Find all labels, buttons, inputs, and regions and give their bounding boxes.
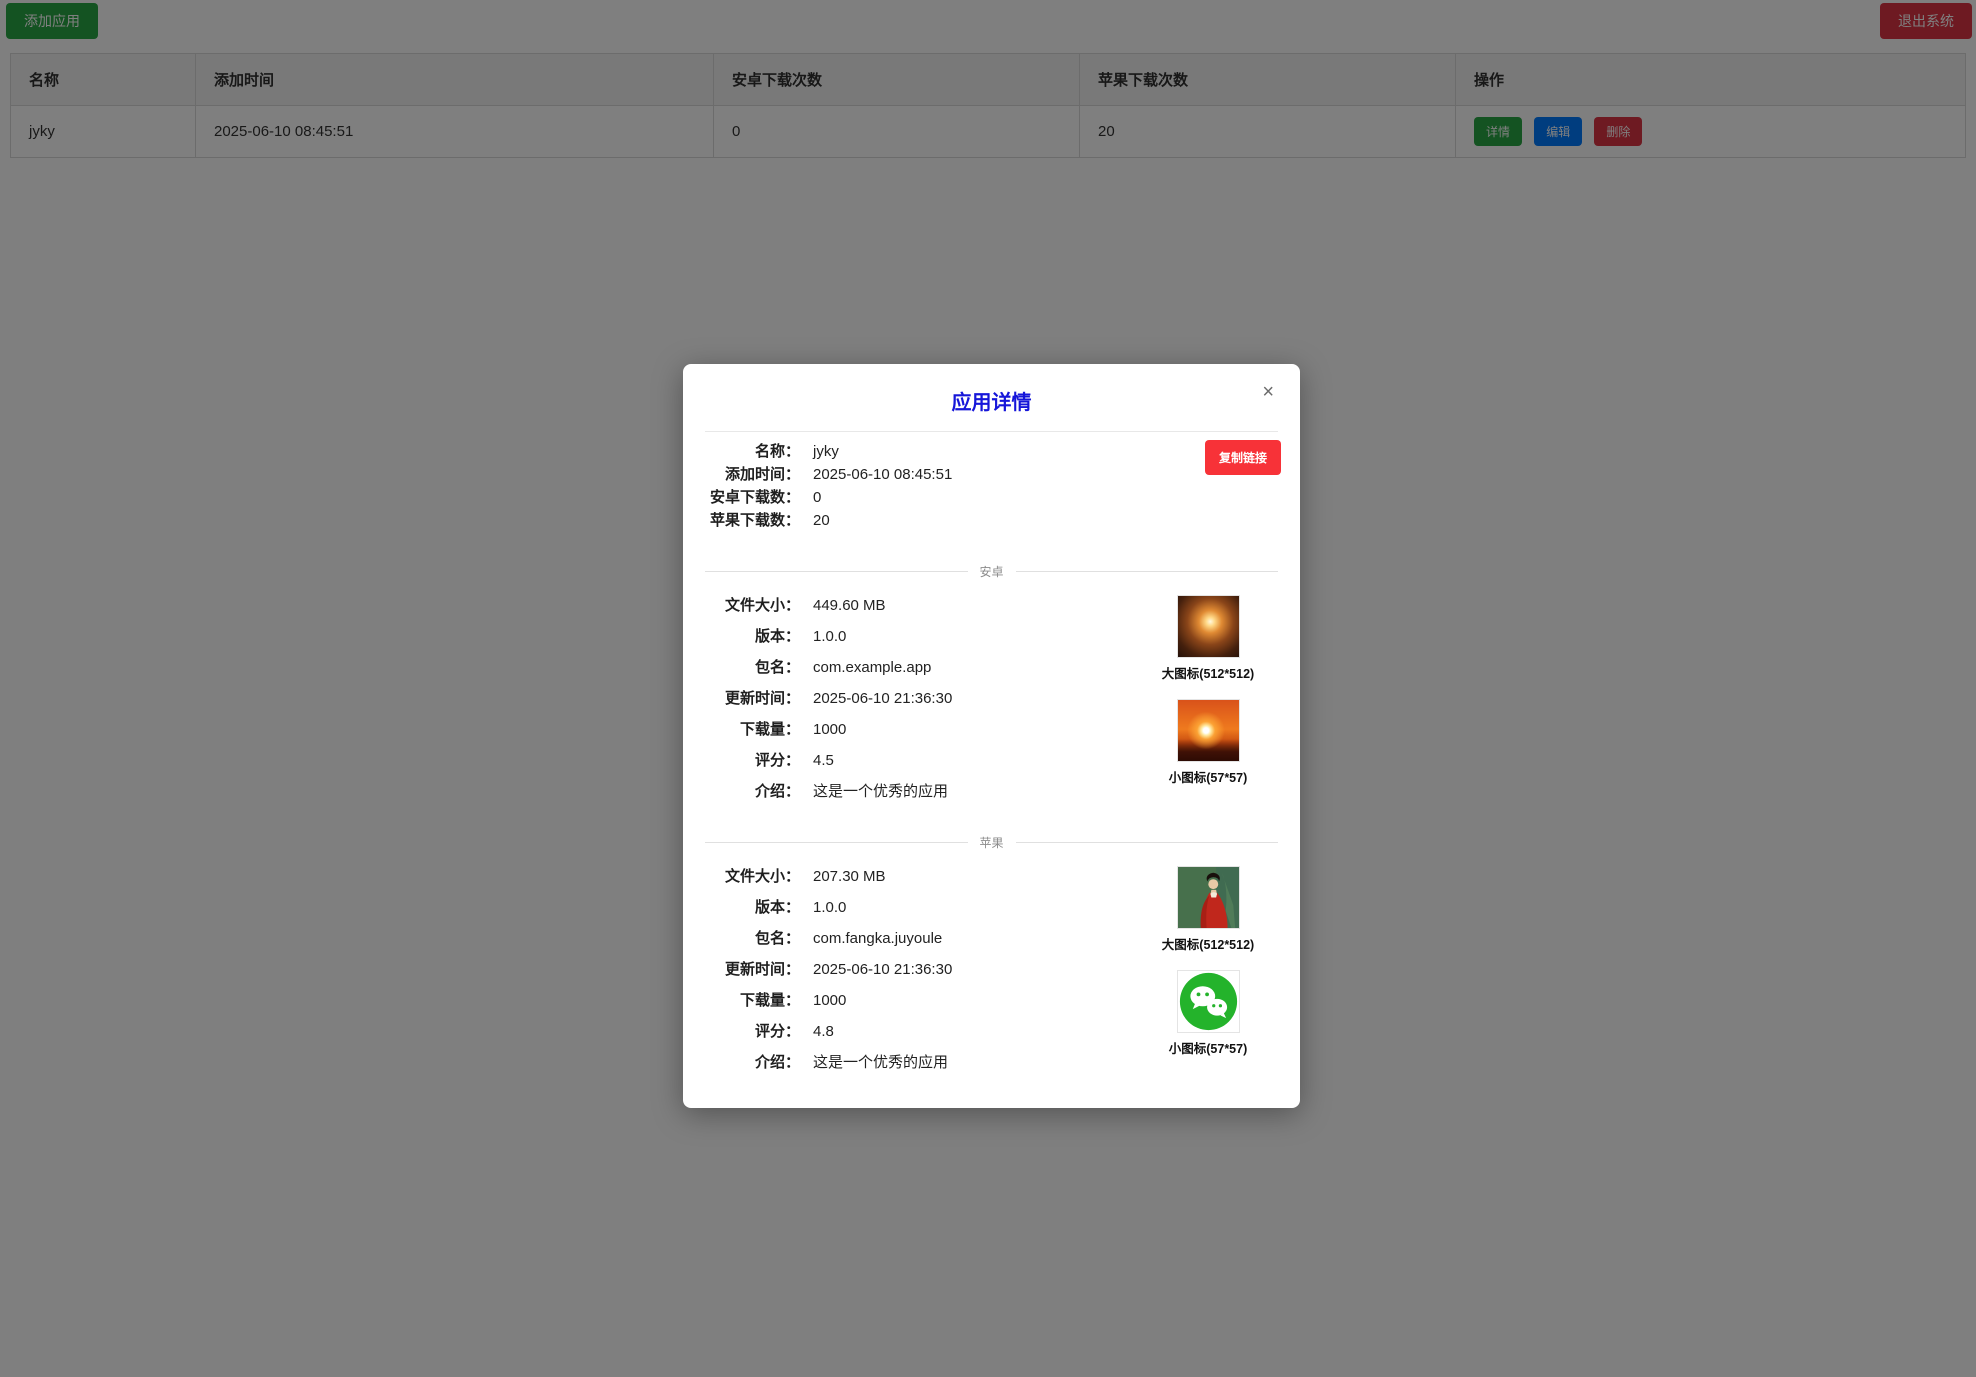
ios-section-divider: 苹果 xyxy=(705,833,1278,851)
field-label: 包名： xyxy=(705,928,800,950)
info-row-ios-downloads: 苹果下载数： 20 xyxy=(705,510,1278,532)
android-small-icon-label: 小图标(57*57) xyxy=(1169,767,1248,786)
basic-info-section: 复制链接 名称： jyky 添加时间： 2025-06-10 08:45:51 … xyxy=(705,432,1278,532)
android-row-package: 包名： com.example.app xyxy=(705,657,1138,679)
field-value: 这是一个优秀的应用 xyxy=(813,781,948,803)
woman-in-red-painting-icon xyxy=(1178,867,1239,928)
android-section-divider: 安卓 xyxy=(705,562,1278,580)
field-label: 介绍： xyxy=(705,1052,800,1074)
info-row-name: 名称： jyky xyxy=(705,441,1278,463)
ios-row-version: 版本： 1.0.0 xyxy=(705,897,1138,919)
field-value: 1000 xyxy=(813,719,846,741)
ios-row-package: 包名： com.fangka.juyoule xyxy=(705,928,1138,950)
info-row-android-downloads: 安卓下载数： 0 xyxy=(705,487,1278,509)
field-label: 名称： xyxy=(705,441,800,463)
field-label: 评分： xyxy=(705,1021,800,1043)
field-label: 版本： xyxy=(705,897,800,919)
app-detail-modal: × 应用详情 复制链接 名称： jyky 添加时间： 2025-06-10 08… xyxy=(683,364,1300,1108)
android-large-icon-label: 大图标(512*512) xyxy=(1162,663,1254,682)
field-label: 评分： xyxy=(705,750,800,772)
field-value: 4.8 xyxy=(813,1021,834,1043)
android-row-update-time: 更新时间： 2025-06-10 21:36:30 xyxy=(705,688,1138,710)
android-row-version: 版本： 1.0.0 xyxy=(705,626,1138,648)
field-label: 安卓下载数： xyxy=(705,487,800,509)
android-row-file-size: 文件大小： 449.60 MB xyxy=(705,595,1138,617)
ios-small-icon-label: 小图标(57*57) xyxy=(1169,1038,1248,1057)
field-label: 文件大小： xyxy=(705,866,800,888)
android-section-title: 安卓 xyxy=(980,563,1004,580)
field-value: 1.0.0 xyxy=(813,626,846,648)
field-value: com.fangka.juyoule xyxy=(813,928,942,950)
field-label: 版本： xyxy=(705,626,800,648)
ios-section: 文件大小： 207.30 MB 版本： 1.0.0 包名： com.fangka… xyxy=(705,866,1278,1083)
field-label: 包名： xyxy=(705,657,800,679)
field-value: 1.0.0 xyxy=(813,897,846,919)
ios-row-downloads: 下载量： 1000 xyxy=(705,990,1138,1012)
field-label: 添加时间： xyxy=(705,464,800,486)
modal-title: 应用详情 xyxy=(705,386,1278,415)
field-value: 20 xyxy=(813,510,830,532)
field-value: 4.5 xyxy=(813,750,834,772)
android-small-icon xyxy=(1177,699,1240,762)
android-row-downloads: 下载量： 1000 xyxy=(705,719,1138,741)
ios-row-file-size: 文件大小： 207.30 MB xyxy=(705,866,1138,888)
field-value: 449.60 MB xyxy=(813,595,886,617)
field-value: 1000 xyxy=(813,990,846,1012)
ios-large-icon xyxy=(1177,866,1240,929)
copy-link-button[interactable]: 复制链接 xyxy=(1205,440,1281,475)
ios-large-icon-label: 大图标(512*512) xyxy=(1162,934,1254,953)
info-row-added-time: 添加时间： 2025-06-10 08:45:51 xyxy=(705,464,1278,486)
ios-small-icon xyxy=(1177,970,1240,1033)
field-value: 2025-06-10 21:36:30 xyxy=(813,688,952,710)
field-value: 207.30 MB xyxy=(813,866,886,888)
field-value: 2025-06-10 08:45:51 xyxy=(813,464,952,486)
field-label: 更新时间： xyxy=(705,959,800,981)
field-label: 苹果下载数： xyxy=(705,510,800,532)
field-value: com.example.app xyxy=(813,657,931,679)
close-icon[interactable]: × xyxy=(1262,382,1274,402)
field-label: 文件大小： xyxy=(705,595,800,617)
field-value: jyky xyxy=(813,441,839,463)
field-label: 下载量： xyxy=(705,990,800,1012)
field-value: 这是一个优秀的应用 xyxy=(813,1052,948,1074)
field-label: 更新时间： xyxy=(705,688,800,710)
field-value: 0 xyxy=(813,487,821,509)
android-row-description: 介绍： 这是一个优秀的应用 xyxy=(705,781,1138,803)
android-large-icon xyxy=(1177,595,1240,658)
field-label: 介绍： xyxy=(705,781,800,803)
ios-row-description: 介绍： 这是一个优秀的应用 xyxy=(705,1052,1138,1074)
ios-row-update-time: 更新时间： 2025-06-10 21:36:30 xyxy=(705,959,1138,981)
field-label: 下载量： xyxy=(705,719,800,741)
android-section: 文件大小： 449.60 MB 版本： 1.0.0 包名： com.exampl… xyxy=(705,595,1278,812)
wechat-icon xyxy=(1178,971,1239,1032)
ios-row-rating: 评分： 4.8 xyxy=(705,1021,1138,1043)
field-value: 2025-06-10 21:36:30 xyxy=(813,959,952,981)
android-row-rating: 评分： 4.5 xyxy=(705,750,1138,772)
ios-section-title: 苹果 xyxy=(980,834,1004,851)
